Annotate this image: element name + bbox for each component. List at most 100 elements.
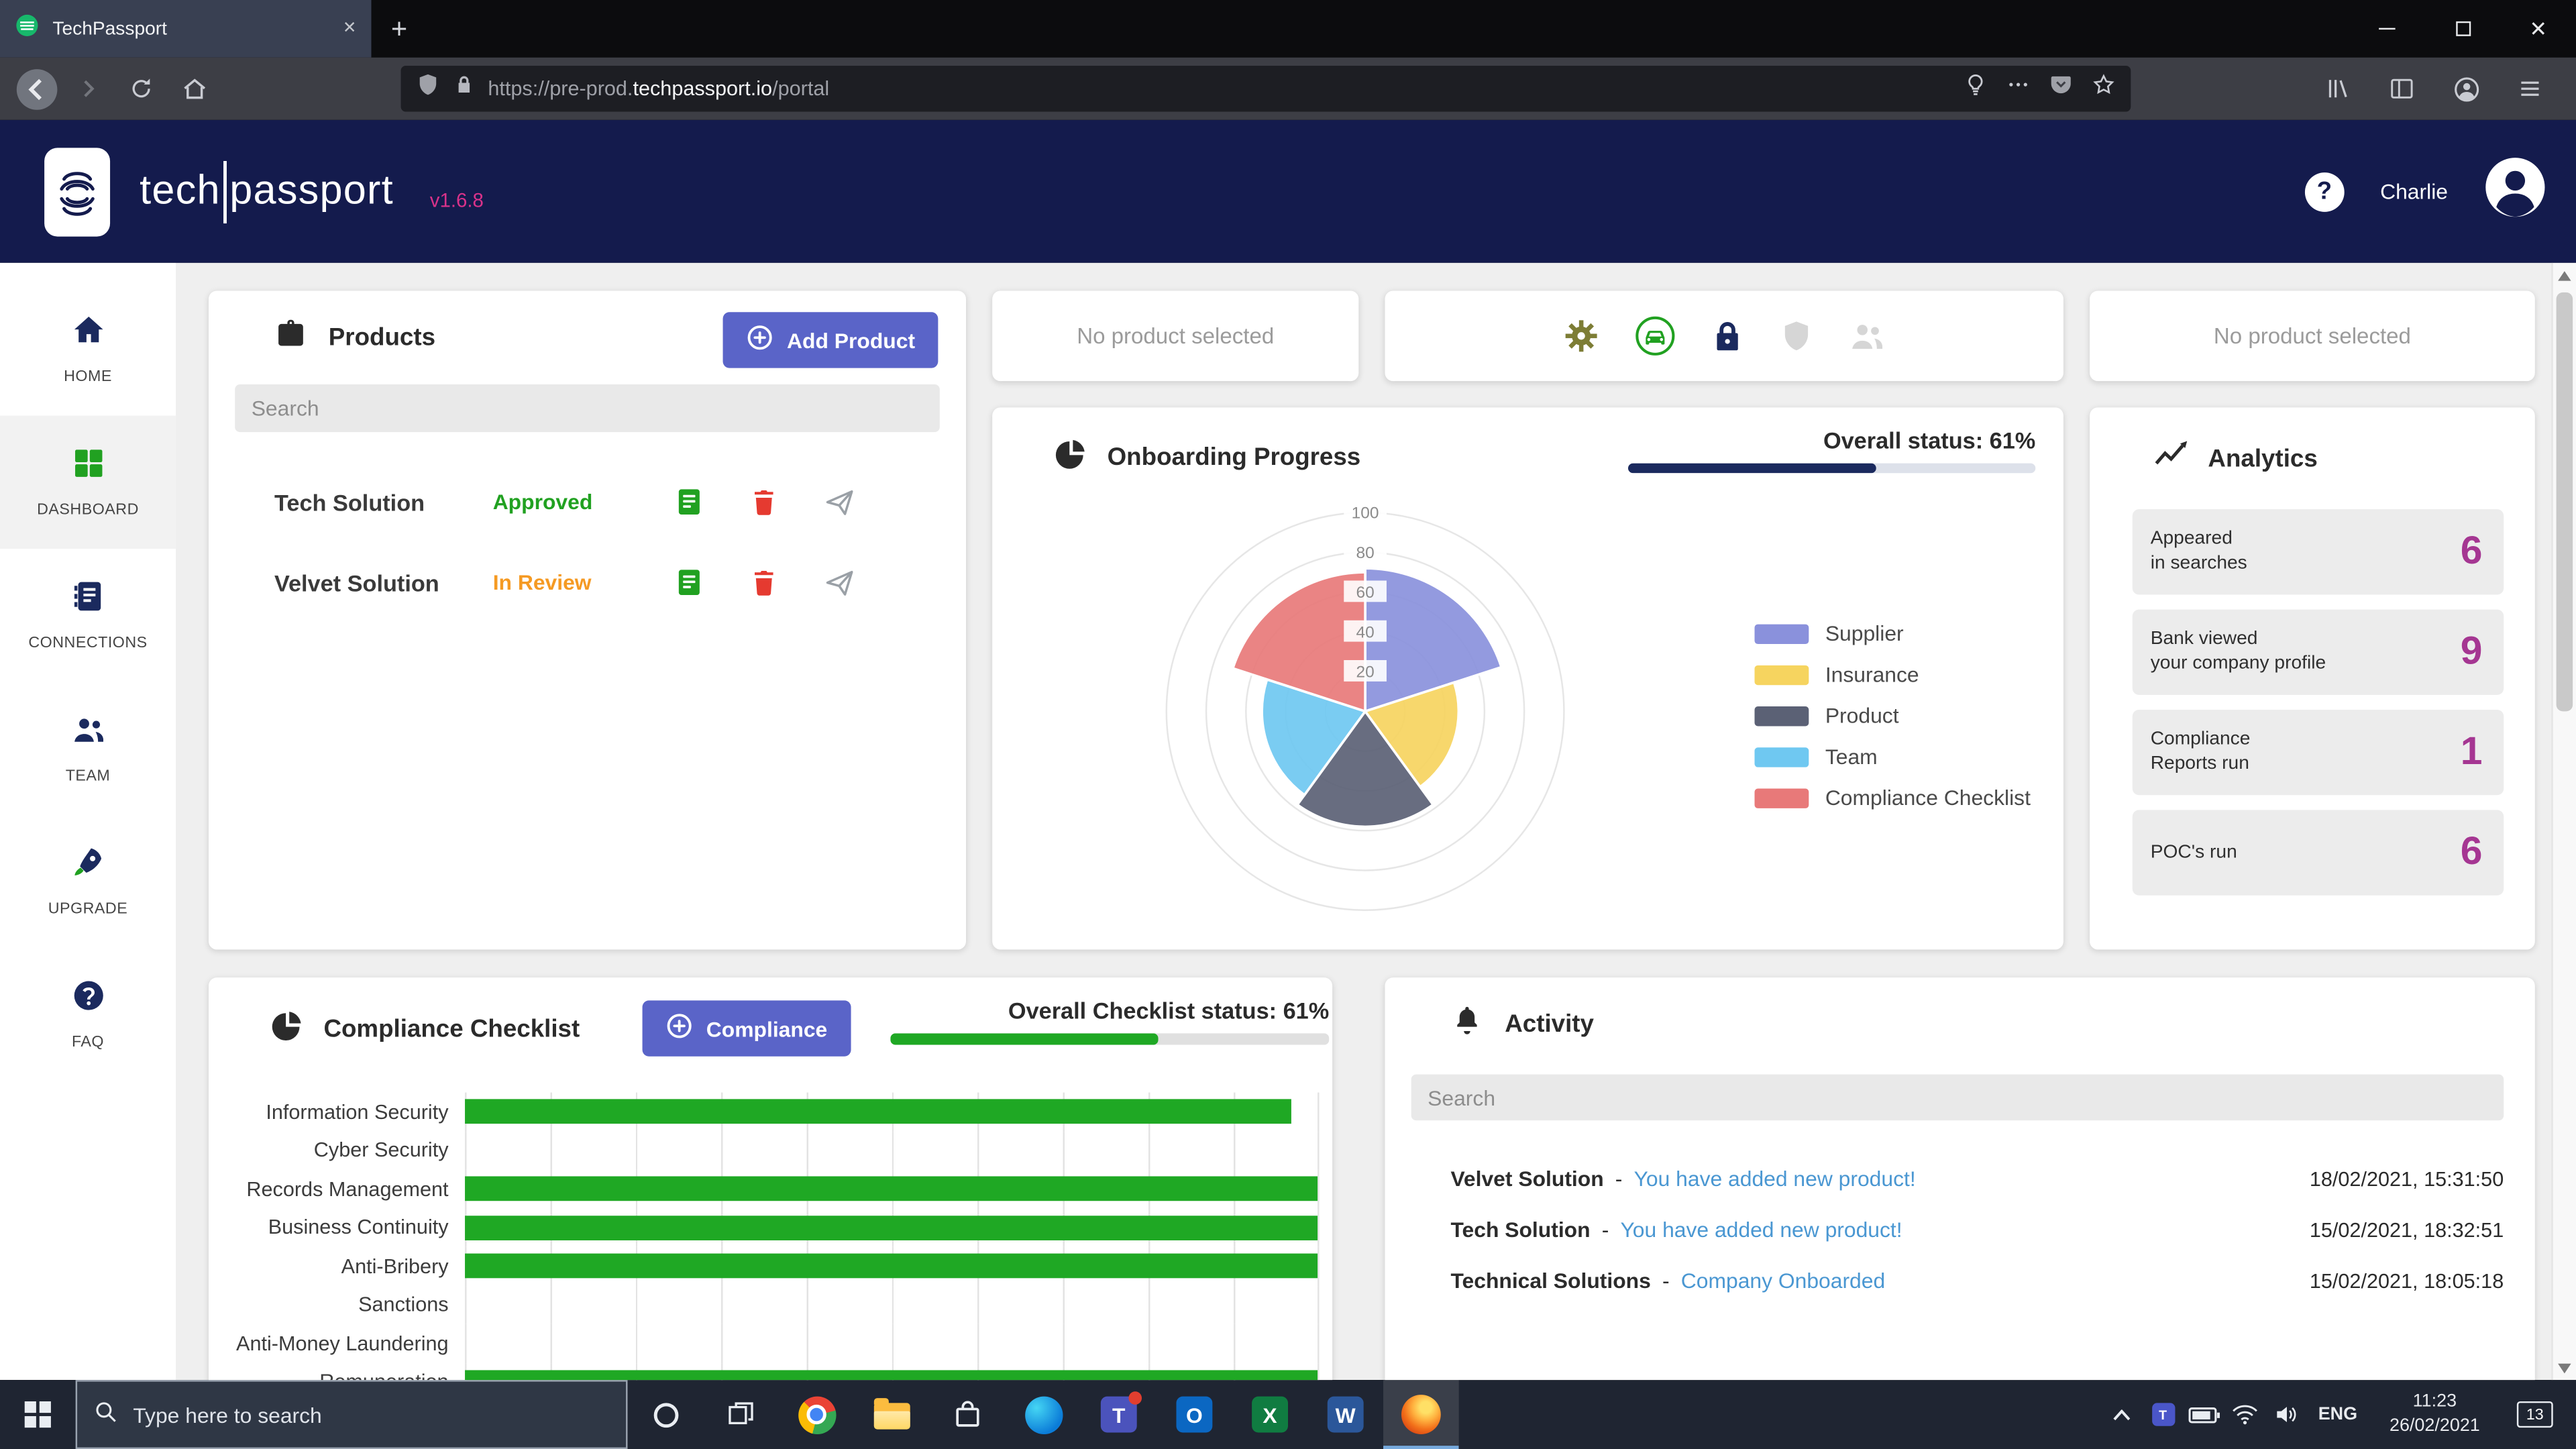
activity-row: Velvet Solution-You have added new produ… [1450, 1153, 2504, 1204]
new-tab-button[interactable]: + [371, 0, 427, 58]
reload-button[interactable] [115, 62, 167, 115]
sidebar-item-team[interactable]: TEAM [0, 682, 176, 814]
stat-label: Appearedin searches [2151, 527, 2461, 576]
tray-teams-icon[interactable]: T [2142, 1403, 2183, 1426]
wifi-icon[interactable] [2224, 1403, 2265, 1426]
excel-icon: X [1252, 1397, 1288, 1433]
volume-icon[interactable] [2265, 1403, 2306, 1426]
activity-message-link[interactable]: Company Onboarded [1681, 1269, 1885, 1293]
app-version: v1.6.8 [430, 188, 484, 211]
tab-title: TechPassport [52, 19, 329, 38]
scroll-down-icon[interactable] [2553, 1355, 2576, 1380]
notification-count-badge: 13 [2517, 1401, 2553, 1428]
back-button[interactable] [10, 62, 62, 115]
minimize-button[interactable] [2349, 0, 2425, 58]
tab-favicon-icon [15, 12, 40, 45]
system-tray: T ENG 11:23 26/02/2021 13 [2101, 1380, 2576, 1449]
tray-chevron-icon[interactable] [2101, 1409, 2142, 1420]
sidebar-item-connections[interactable]: CONNECTIONS [0, 549, 176, 682]
start-button[interactable] [0, 1380, 76, 1449]
activity-search-input[interactable] [1411, 1075, 2504, 1121]
home-button[interactable] [168, 62, 220, 115]
menu-icon[interactable] [2504, 62, 2556, 115]
overall-progress-track [1628, 464, 2035, 474]
activity-timestamp: 18/02/2021, 15:31:50 [2310, 1167, 2504, 1190]
word-button[interactable]: W [1307, 1380, 1383, 1449]
lock-icon[interactable] [1710, 319, 1744, 353]
sidebar-item-home[interactable]: HOME [0, 282, 176, 415]
add-product-button[interactable]: Add Product [723, 312, 938, 368]
brand-divider [224, 160, 227, 223]
activity-message-link[interactable]: You have added new product! [1634, 1167, 1916, 1191]
activity-timestamp: 15/02/2021, 18:32:51 [2310, 1218, 2504, 1241]
forward-button[interactable] [62, 62, 115, 115]
bar-track [465, 1208, 1319, 1247]
activity-product-name: Velvet Solution [1450, 1167, 1603, 1191]
close-button[interactable]: ✕ [2500, 0, 2576, 58]
action-center-button[interactable]: 13 [2500, 1401, 2569, 1428]
firefox-button[interactable] [1383, 1380, 1459, 1449]
taskbar-search[interactable]: Type here to search [76, 1380, 628, 1449]
url-bar[interactable]: https://pre-prod.techpassport.io/portal [401, 66, 2131, 112]
file-explorer-button[interactable] [854, 1380, 930, 1449]
svg-text:80: 80 [1356, 544, 1374, 562]
send-icon[interactable] [823, 566, 856, 599]
trash-icon[interactable] [749, 568, 779, 597]
bar-track [465, 1093, 1319, 1132]
trash-icon[interactable] [749, 487, 779, 517]
battery-icon[interactable] [2184, 1404, 2224, 1426]
cortana-button[interactable] [628, 1380, 704, 1449]
pocket-icon[interactable] [2049, 72, 2074, 105]
lightbulb-icon[interactable] [1964, 72, 1988, 105]
sidebar-item-faq[interactable]: FAQ [0, 948, 176, 1081]
stat-value: 9 [2461, 629, 2483, 676]
scrollbar-thumb[interactable] [2557, 292, 2573, 711]
task-view-button[interactable] [703, 1380, 779, 1449]
checklist-icon[interactable] [674, 486, 705, 518]
chrome-button[interactable] [779, 1380, 855, 1449]
sidebar-item-upgrade[interactable]: UPGRADE [0, 815, 176, 948]
language-indicator[interactable]: ENG [2306, 1405, 2369, 1424]
no-product-message: No product selected [1077, 323, 1274, 348]
shield-icon[interactable] [1779, 319, 1813, 353]
sidebar-item-label: CONNECTIONS [28, 634, 147, 652]
account-icon[interactable] [2440, 62, 2492, 115]
product-detail-card: No product selected [2090, 290, 2535, 381]
activity-row: Tech Solution-You have added new product… [1450, 1204, 2504, 1255]
help-icon[interactable]: ? [2304, 172, 2344, 211]
app-body: HOMEDASHBOARDCONNECTIONSTEAMUPGRADEFAQ P… [0, 263, 2576, 1380]
onboarding-progress-card: Onboarding Progress Overall status: 61% … [992, 407, 2063, 949]
library-icon[interactable] [2312, 62, 2364, 115]
bar-row: Anti-Money Laundering [225, 1324, 1320, 1363]
clock-time: 11:23 [2369, 1389, 2500, 1415]
page-actions-icon[interactable] [2006, 72, 2031, 105]
avatar-icon[interactable] [2484, 156, 2546, 227]
products-search-input[interactable] [235, 384, 940, 432]
page-scrollbar[interactable] [2551, 263, 2576, 1380]
checklist-icon[interactable] [674, 567, 705, 598]
maximize-button[interactable] [2425, 0, 2501, 58]
gear-icon[interactable] [1562, 317, 1600, 355]
car-icon[interactable] [1635, 315, 1676, 356]
bookmark-star-icon[interactable] [2092, 72, 2116, 105]
tracking-shield-icon[interactable] [416, 72, 441, 105]
activity-separator: - [1615, 1167, 1623, 1191]
send-icon[interactable] [823, 486, 856, 519]
scroll-up-icon[interactable] [2553, 263, 2576, 288]
tab-close-icon[interactable]: ✕ [343, 19, 357, 38]
compliance-button[interactable]: Compliance [642, 1000, 850, 1056]
legend-swatch [1755, 788, 1809, 807]
store-button[interactable] [930, 1380, 1006, 1449]
activity-message-link[interactable]: You have added new product! [1620, 1218, 1902, 1242]
taskbar-clock[interactable]: 11:23 26/02/2021 [2369, 1389, 2500, 1440]
lock-icon[interactable] [453, 74, 475, 103]
browser-tab[interactable]: TechPassport ✕ [0, 0, 371, 58]
legend-label: Compliance Checklist [1825, 786, 2031, 810]
sidebar-toggle-icon[interactable] [2375, 62, 2428, 115]
people-icon[interactable] [1848, 317, 1886, 355]
sidebar-item-dashboard[interactable]: DASHBOARD [0, 416, 176, 549]
outlook-button[interactable]: O [1157, 1380, 1232, 1449]
edge-button[interactable] [1006, 1380, 1081, 1449]
teams-button[interactable]: T [1081, 1380, 1157, 1449]
excel-button[interactable]: X [1232, 1380, 1308, 1449]
